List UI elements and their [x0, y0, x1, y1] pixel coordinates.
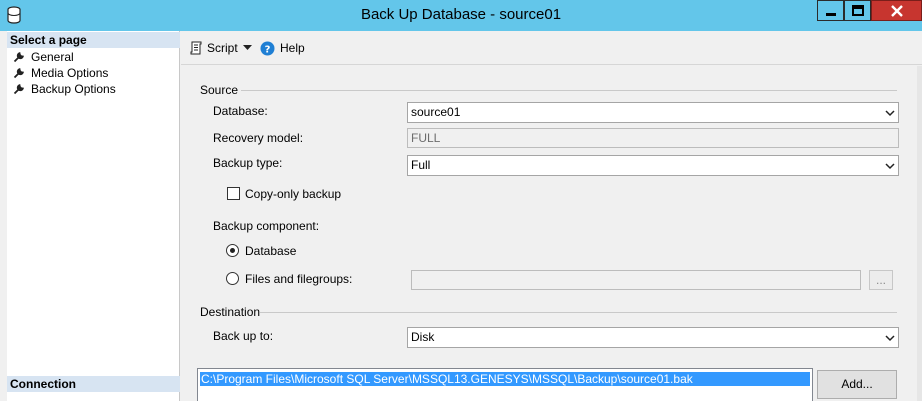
script-icon [190, 41, 202, 55]
backup-type-select[interactable]: Full [407, 155, 899, 176]
wrench-icon [13, 68, 24, 79]
help-button[interactable]: ? Help [260, 40, 305, 56]
back-up-to-select[interactable]: Disk [407, 327, 899, 348]
destination-divider [260, 312, 897, 313]
recovery-model-value: FULL [411, 131, 441, 145]
wrench-icon [13, 52, 24, 63]
component-database-label: Database [245, 244, 297, 258]
page-item-label: Media Options [31, 66, 109, 80]
database-value: source01 [411, 105, 461, 119]
recovery-model-field: FULL [407, 128, 899, 148]
chevron-down-icon [885, 110, 895, 117]
page-item-general[interactable]: General [13, 49, 74, 65]
chevron-down-icon [885, 163, 895, 170]
help-label: Help [280, 41, 305, 55]
chevron-down-icon [243, 45, 252, 50]
svg-text:?: ? [265, 44, 271, 55]
close-icon [891, 5, 903, 17]
source-divider [241, 90, 897, 91]
toolbar: Script ? Help [181, 31, 922, 65]
wrench-icon [13, 84, 24, 95]
browse-filegroups-button[interactable]: ... [869, 270, 893, 290]
help-icon: ? [260, 41, 275, 55]
destination-list[interactable]: C:\Program Files\Microsoft SQL Server\MS… [197, 368, 813, 401]
recovery-model-label: Recovery model: [213, 131, 304, 145]
general-page: Source Database: source01 Recovery model… [181, 66, 922, 401]
destination-group-label: Destination [200, 305, 261, 319]
component-database-radio[interactable] [226, 244, 239, 257]
select-page-panel: Select a page General Media Options Back… [7, 31, 180, 401]
close-button[interactable] [871, 0, 922, 21]
script-label: Script [207, 41, 238, 55]
files-filegroups-field [411, 270, 861, 290]
select-page-header: Select a page [7, 32, 180, 48]
title-bar: Back Up Database - source01 [0, 0, 922, 31]
maximize-icon [852, 5, 864, 16]
source-group-label: Source [200, 83, 239, 97]
back-up-to-value: Disk [411, 330, 435, 344]
add-destination-button[interactable]: Add... [817, 370, 897, 399]
backup-type-value: Full [411, 158, 431, 172]
copy-only-label: Copy-only backup [245, 187, 342, 201]
database-select[interactable]: source01 [407, 102, 899, 123]
database-label: Database: [213, 104, 268, 118]
back-up-to-label: Back up to: [213, 329, 274, 343]
component-files-radio[interactable] [226, 272, 239, 285]
minimize-icon [826, 13, 836, 16]
page-item-label: Backup Options [31, 82, 116, 96]
script-dropdown-button[interactable] [243, 40, 252, 56]
script-button[interactable]: Script [189, 40, 238, 56]
window-title: Back Up Database - source01 [360, 6, 562, 23]
backup-component-label: Backup component: [213, 219, 320, 233]
page-item-media-options[interactable]: Media Options [13, 65, 108, 81]
connection-header: Connection [7, 376, 180, 392]
scrollbar[interactable] [917, 66, 922, 401]
destination-path-item[interactable]: C:\Program Files\Microsoft SQL Server\MS… [200, 372, 810, 386]
maximize-button[interactable] [844, 0, 871, 21]
backup-type-label: Backup type: [213, 156, 283, 170]
component-files-label: Files and filegroups: [245, 272, 353, 286]
copy-only-checkbox[interactable] [227, 187, 240, 200]
page-item-label: General [31, 50, 74, 64]
chevron-down-icon [885, 335, 895, 342]
page-item-backup-options[interactable]: Backup Options [13, 81, 116, 97]
minimize-button[interactable] [817, 0, 844, 21]
